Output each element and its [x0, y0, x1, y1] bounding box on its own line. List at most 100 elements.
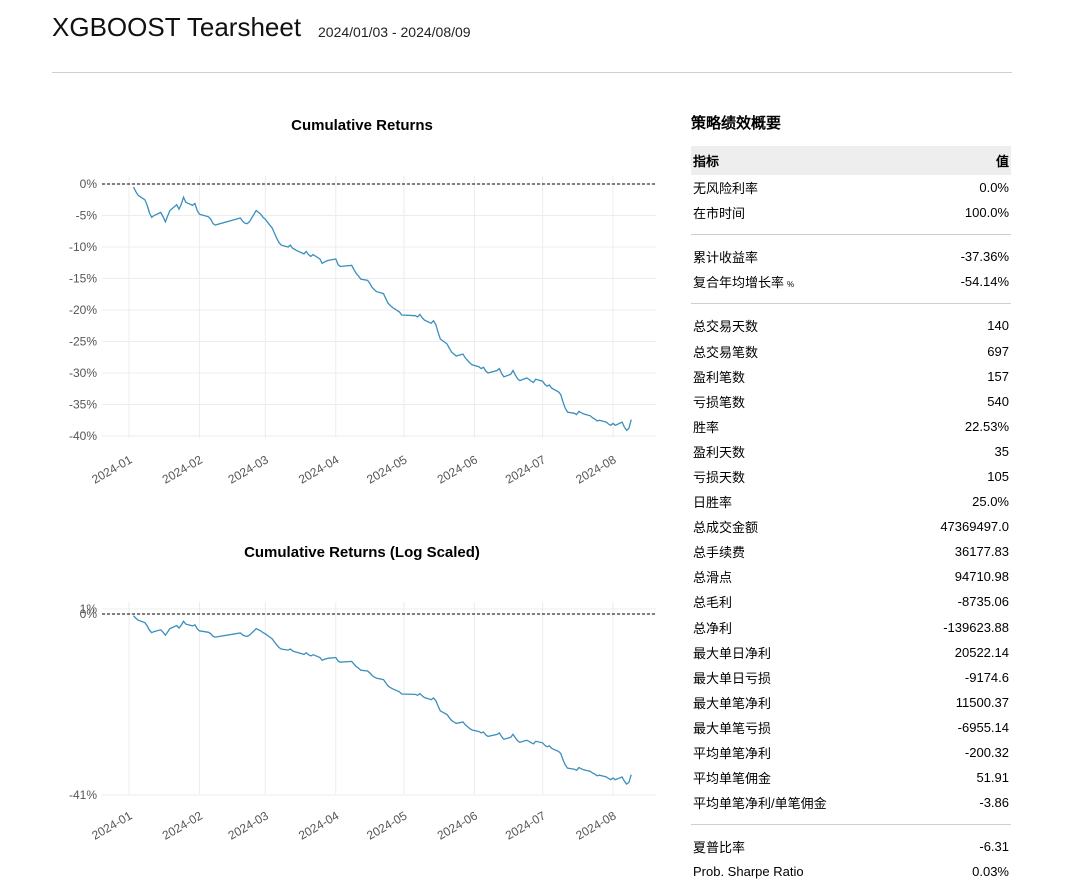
metric-label: 平均单笔佣金	[693, 771, 772, 787]
section-divider	[691, 225, 1011, 236]
metric-label: 总手续费	[693, 545, 746, 561]
metric-value: 25.0%	[972, 494, 1009, 510]
section-divider	[691, 294, 1011, 305]
summary-row: 最大单笔净利 11500.37	[691, 690, 1011, 715]
summary-row: 总净利 -139623.88	[691, 615, 1011, 640]
summary-row: 夏普比率 -6.31	[691, 834, 1011, 859]
metric-label: 总交易笔数	[693, 344, 759, 360]
summary-row: 亏损天数 105	[691, 464, 1011, 489]
y-tick-label: -5%	[76, 209, 98, 223]
x-tick-label: 2024-04	[296, 452, 341, 486]
summary-row: 总滑点 94710.98	[691, 564, 1011, 589]
metric-value: -54.14%	[960, 274, 1009, 290]
summary-row: 复合年均增长率% -54.14%	[691, 269, 1011, 294]
page-header: XGBOOST Tearsheet 2024/01/03 - 2024/08/0…	[52, 12, 1012, 73]
summary-row: 总毛利 -8735.06	[691, 589, 1011, 614]
log-returns-chart: 1%0%-41%2024-01 2024-02 2024-03 2024-04 2024…	[69, 602, 656, 843]
metric-label: 盈利笔数	[693, 369, 746, 385]
metric-column-header: 指标	[693, 154, 720, 169]
metric-label: 无风险利率	[693, 181, 759, 197]
x-tick-label: 2024-05	[364, 452, 409, 486]
summary-row: 最大单日净利 20522.14	[691, 640, 1011, 665]
summary-row: 无风险利率 0.0%	[691, 175, 1011, 200]
metric-label: 总滑点	[693, 570, 733, 586]
metric-value: 697	[987, 343, 1009, 359]
summary-title: 策略绩效概要	[691, 115, 782, 132]
summary-row: 平均单笔净利 -200.32	[691, 740, 1011, 765]
summary-row: 累计收益率 -37.36%	[691, 244, 1011, 269]
metric-value: -6.31	[979, 839, 1009, 855]
metric-value: 105	[987, 468, 1009, 484]
metric-label: 总毛利	[693, 595, 733, 611]
returns-series-line	[133, 615, 632, 785]
y-tick-label: -35%	[69, 398, 97, 412]
returns-series-line	[132, 186, 632, 432]
metric-label: 累计收益率	[693, 250, 759, 266]
metric-value: 51.91	[976, 770, 1009, 786]
summary-row: 总手续费 36177.83	[691, 539, 1011, 564]
x-tick-label: 2024-01	[89, 452, 134, 486]
section-divider	[691, 815, 1011, 826]
value-column-header: 值	[995, 154, 1009, 169]
metric-label: 最大单日亏损	[693, 670, 772, 686]
y-tick-label: -10%	[69, 240, 97, 254]
metric-value: -9174.6	[964, 669, 1009, 685]
x-tick-label: 2024-04	[296, 808, 341, 842]
metric-value: 94710.98	[954, 569, 1009, 585]
chart-title-log-scaled: Cumulative Returns (Log Scaled)	[244, 544, 480, 561]
x-tick-label: 2024-03	[226, 808, 271, 842]
metric-value: 36177.83	[954, 544, 1009, 560]
summary-row: 总交易笔数 697	[691, 338, 1011, 363]
y-tick-label: -25%	[69, 335, 97, 349]
metric-value: 140	[987, 318, 1009, 334]
summary-table-header: 指标 值	[691, 146, 1011, 175]
x-tick-label: 2024-06	[435, 452, 480, 486]
chart-title-cumulative-returns: Cumulative Returns	[291, 117, 433, 134]
summary-row: 日胜率 25.0%	[691, 489, 1011, 514]
metric-label: 总交易天数	[693, 319, 759, 335]
metric-label: 最大单笔净利	[693, 695, 772, 711]
x-tick-label: 2024-03	[226, 452, 271, 486]
metric-label: 日胜率	[693, 495, 733, 511]
summary-row: 亏损笔数 540	[691, 389, 1011, 414]
x-tick-label: 2024-05	[364, 808, 409, 842]
summary-row: 最大单日亏损 -9174.6	[691, 665, 1011, 690]
metric-label: 平均单笔净利/单笔佣金	[693, 796, 827, 812]
x-tick-label: 2024-07	[503, 452, 548, 486]
metric-label: 最大单日净利	[693, 645, 772, 661]
metric-value: 11500.37	[955, 694, 1009, 710]
summary-row: 胜率 22.53%	[691, 414, 1011, 439]
metric-label: 平均单笔净利	[693, 746, 772, 762]
x-tick-label: 2024-08	[573, 452, 618, 486]
y-tick-label: -41%	[69, 788, 97, 802]
cumulative-returns-chart: 0% -5% -10% -15% -20% -25% -30% -35% -40% 2024-01…	[69, 176, 656, 487]
date-range: 2024/01/03 - 2024/08/09	[318, 24, 471, 40]
x-tick-label: 2024-06	[435, 808, 480, 842]
metric-value: 0.0%	[979, 180, 1009, 196]
metric-label: 总成交金额	[693, 520, 759, 536]
metric-label: 复合年均增长率%	[693, 275, 795, 291]
metric-value: 540	[987, 393, 1009, 409]
metric-value: -200.32	[964, 745, 1009, 761]
metric-value: 20522.14	[954, 644, 1009, 660]
metric-value: -3.86	[979, 795, 1009, 811]
x-tick-label: 2024-02	[160, 808, 205, 842]
metric-label: 盈利天数	[693, 444, 746, 460]
metric-value: 47369497.0	[940, 519, 1009, 535]
metric-label: 夏普比率	[693, 840, 746, 856]
summary-row: 盈利天数 35	[691, 439, 1011, 464]
y-tick-label: -30%	[69, 366, 97, 380]
metric-value: -37.36%	[960, 249, 1009, 265]
x-tick-label: 2024-08	[573, 808, 618, 842]
x-tick-label: 2024-07	[503, 808, 548, 842]
summary-row: 最大单笔亏损 -6955.14	[691, 715, 1011, 740]
metric-value: 22.53%	[964, 418, 1009, 434]
y-tick-label: -20%	[69, 303, 97, 317]
summary-row: 总交易天数 140	[691, 313, 1011, 338]
metric-label: 胜率	[693, 419, 720, 435]
metric-unit: %	[787, 280, 795, 290]
performance-summary: 策略绩效概要 指标 值 无风险利率 0.0% 在市时间 100.0% 累计收益率 -37.…	[691, 112, 1011, 884]
summary-row: 总成交金额 47369497.0	[691, 514, 1011, 539]
y-tick-label: -15%	[69, 272, 97, 286]
summary-row: 盈利笔数 157	[691, 364, 1011, 389]
